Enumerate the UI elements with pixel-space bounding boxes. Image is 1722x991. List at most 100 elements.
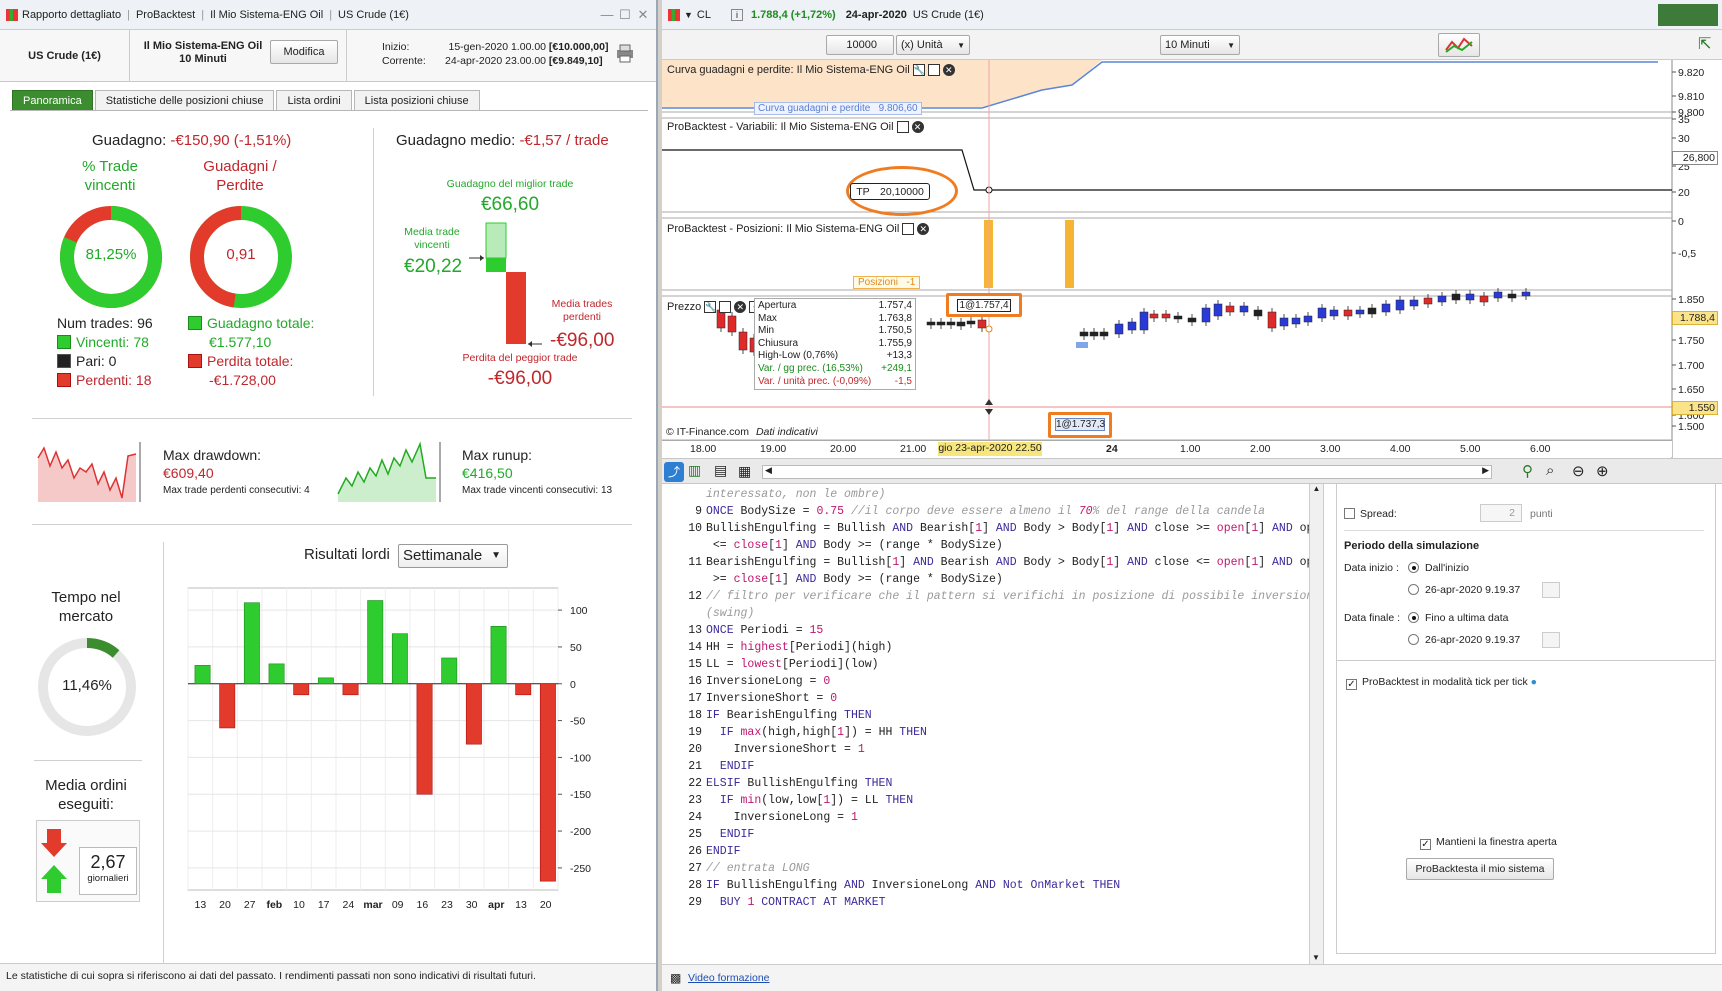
- start-option-2[interactable]: 26-apr-2020 9.19.37: [1408, 584, 1520, 596]
- spread-checkbox[interactable]: [1344, 508, 1355, 519]
- tab-overview[interactable]: Panoramica: [12, 90, 93, 110]
- cursor-time: gio 23-apr-2020 22.50: [938, 442, 1042, 456]
- close-panel-icon-3[interactable]: ✕: [917, 222, 930, 235]
- keep-open-row[interactable]: ✓ Mantieni la finestra aperta: [1420, 836, 1557, 850]
- max-runup: €416,50: [462, 465, 513, 481]
- list-icon[interactable]: ▤: [714, 462, 734, 482]
- code-line: 18 IF BearishEngulfing THEN: [688, 709, 872, 722]
- bar: [465, 683, 482, 745]
- chevron-down-icon[interactable]: ▼: [684, 10, 693, 20]
- end-option-2[interactable]: 26-apr-2020 9.19.37: [1408, 634, 1520, 646]
- tab-orders[interactable]: Lista ordini: [276, 90, 352, 110]
- zoom-out-icon[interactable]: ⊖: [1572, 462, 1585, 480]
- spread-input[interactable]: 2: [1480, 504, 1522, 522]
- report-window: Rapporto dettagliato | ProBacktest | Il Mi…: [0, 0, 658, 991]
- code-line: 12// filtro per verificare che il patter…: [688, 590, 1321, 603]
- chart-window: ▼ CL i 1.788,4 (+1,72%) 24-apr-2020 US C…: [662, 0, 1722, 991]
- avg-gain-summary: Guadagno medio: -€1,57 / trade: [396, 132, 609, 149]
- close-panel-icon[interactable]: ✕: [942, 63, 955, 76]
- modify-button[interactable]: Modifica: [270, 40, 338, 64]
- start-radio-2[interactable]: [1408, 584, 1419, 595]
- backtest-icon[interactable]: ▥: [688, 462, 708, 482]
- zoom-in-icon[interactable]: ⊕: [1596, 462, 1609, 480]
- info-icon[interactable]: i: [730, 8, 743, 21]
- share-icon[interactable]: ⤴: [664, 462, 684, 482]
- positions-label: Posizioni: [858, 277, 899, 288]
- x-tick-label: 13: [515, 899, 527, 911]
- time-label: 2.00: [1250, 443, 1271, 455]
- title-part-2: ProBacktest: [135, 8, 196, 21]
- indicator-menu-icon[interactable]: [1438, 33, 1480, 57]
- scroll-left-icon[interactable]: ◀: [765, 465, 772, 476]
- ohlc-row: Min 1.750,5: [758, 325, 912, 338]
- bar: [515, 683, 532, 696]
- window-icon-3[interactable]: [902, 222, 915, 235]
- results-period-select[interactable]: Settimanale ▼: [398, 544, 508, 568]
- tick-mode-checkbox[interactable]: ✓: [1346, 679, 1357, 690]
- code-line: 14 HH = highest[Periodi](high): [688, 641, 893, 654]
- losers-count: Perdenti: 18: [76, 372, 152, 388]
- num-trades: Num trades: 96: [57, 315, 153, 331]
- close-panel-icon-4[interactable]: ✕: [734, 300, 747, 313]
- zoom-fit-icon[interactable]: ⌕: [1546, 462, 1554, 479]
- close-panel-icon-2[interactable]: ✕: [911, 120, 924, 133]
- bar: [490, 626, 507, 685]
- code-scrollbar[interactable]: ▲ ▼: [1309, 484, 1323, 964]
- tab-closed-positions[interactable]: Lista posizioni chiuse: [353, 90, 480, 110]
- chart-tools-icon[interactable]: ⚲: [1522, 462, 1533, 480]
- timeframe-select[interactable]: 10 Minuti ▼: [1160, 35, 1240, 55]
- run-backtest-button[interactable]: ProBacktesta il mio sistema: [1406, 858, 1554, 880]
- current-date: 24-apr-2020 23.00.00: [445, 55, 546, 67]
- expand-icon[interactable]: ⇱: [1698, 34, 1718, 56]
- tab-closed-stats[interactable]: Statistiche delle posizioni chiuse: [94, 90, 275, 110]
- unit-mode-select[interactable]: (x) Unità ▼: [896, 35, 970, 55]
- time-label: 18.00: [690, 443, 717, 455]
- maximize-button[interactable]: ☐: [618, 7, 632, 23]
- minimize-button[interactable]: —: [600, 7, 614, 22]
- print-icon[interactable]: [614, 42, 636, 64]
- wrench-icon-2[interactable]: 🔧: [704, 300, 716, 313]
- candle: [1139, 311, 1149, 331]
- window-icon-2[interactable]: [896, 120, 909, 133]
- close-button[interactable]: ✕: [636, 7, 650, 23]
- scroll-down-icon[interactable]: ▼: [1310, 953, 1322, 962]
- window-icon[interactable]: [927, 63, 940, 76]
- candle: [1127, 321, 1137, 331]
- code-line: 19 IF max(high,high[1]) = HH THEN: [688, 726, 927, 739]
- candle: [1367, 307, 1377, 315]
- axis-label: 0: [1678, 216, 1684, 228]
- keep-open-checkbox[interactable]: ✓: [1420, 839, 1431, 850]
- y-tick-label: -100: [570, 752, 591, 764]
- toolbar-menu-icon[interactable]: [1658, 3, 1718, 26]
- calendar-icon[interactable]: [1542, 582, 1560, 598]
- timeframe-dropdown-icon: ▼: [1227, 40, 1235, 50]
- window-icon-4[interactable]: [719, 300, 732, 313]
- calendar-icon-2[interactable]: [1542, 632, 1560, 648]
- candle: [1291, 317, 1301, 325]
- system-timeframe: 10 Minuti: [179, 53, 227, 65]
- title-part-4: US Crude (1€): [338, 8, 409, 21]
- scroll-up-icon[interactable]: ▲: [1310, 484, 1323, 493]
- end-option-1[interactable]: Fino a ultima data: [1408, 612, 1508, 624]
- chart-price: 1.788,4 (+1,72%): [750, 8, 836, 21]
- candle: [1317, 307, 1327, 319]
- gain-value: -€150,90 (-1,51%): [170, 132, 292, 149]
- code-editor[interactable]: interessato, non le ombre) 9 ONCE BodySize…: [662, 484, 1324, 964]
- chat-bubble-icon[interactable]: ●: [1531, 676, 1537, 688]
- video-link[interactable]: Video formazione: [688, 972, 770, 984]
- horizontal-scrollbar[interactable]: ◀ ▶: [762, 465, 1492, 479]
- wrench-icon[interactable]: 🔧: [912, 63, 925, 76]
- tick-mode-row[interactable]: ✓ ProBacktest in modalità tick per tick ●: [1346, 676, 1537, 690]
- start-option-1[interactable]: Dall'inizio: [1408, 562, 1469, 574]
- period-title: Periodo della simulazione: [1344, 540, 1480, 552]
- time-label: 19.00: [760, 443, 787, 455]
- avg-gain-label: Guadagno medio:: [396, 132, 516, 149]
- end-radio-1[interactable]: [1408, 612, 1419, 623]
- drawdown-sparkline: [37, 442, 141, 502]
- end-radio-2[interactable]: [1408, 634, 1419, 645]
- ohlc-row: High-Low (0,76%) +13,3: [758, 350, 912, 363]
- table-icon[interactable]: ▦: [738, 463, 758, 483]
- scroll-right-icon[interactable]: ▶: [1482, 465, 1489, 476]
- quantity-stepper[interactable]: 10000: [826, 35, 894, 55]
- start-radio-1[interactable]: [1408, 562, 1419, 573]
